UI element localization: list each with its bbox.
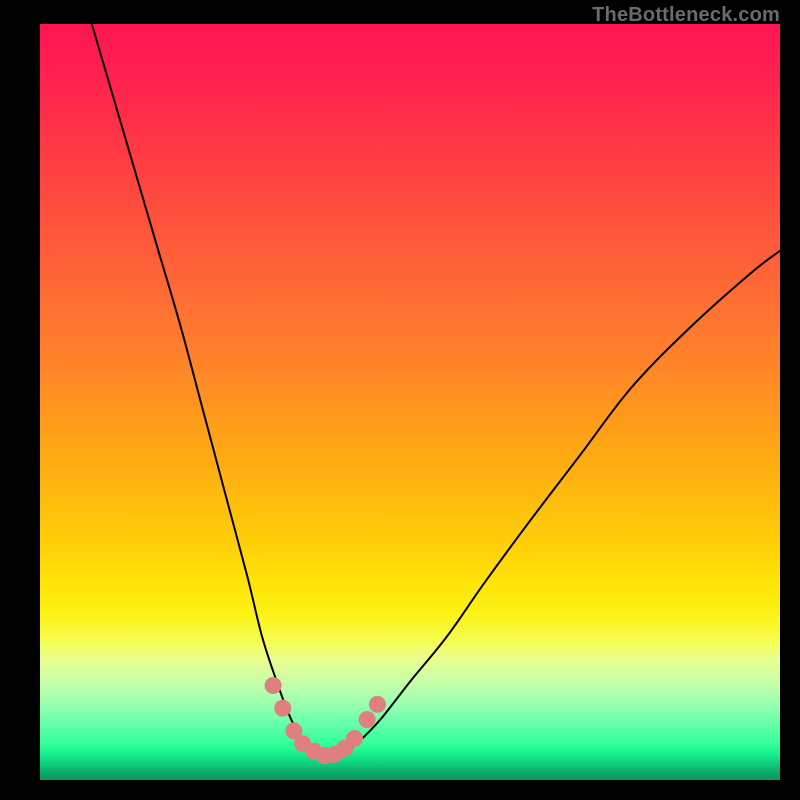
trough-dot <box>346 730 363 747</box>
plot-area <box>40 24 780 780</box>
curve-layer <box>40 24 780 780</box>
trough-dots <box>265 677 386 764</box>
trough-dot <box>274 700 291 717</box>
trough-dot <box>369 696 386 713</box>
bottleneck-curve <box>92 24 780 758</box>
trough-dot <box>359 711 376 728</box>
watermark-text: TheBottleneck.com <box>592 4 780 27</box>
bottleneck-curve-path <box>92 24 780 758</box>
trough-dot <box>265 677 282 694</box>
chart-frame: TheBottleneck.com <box>0 0 800 800</box>
